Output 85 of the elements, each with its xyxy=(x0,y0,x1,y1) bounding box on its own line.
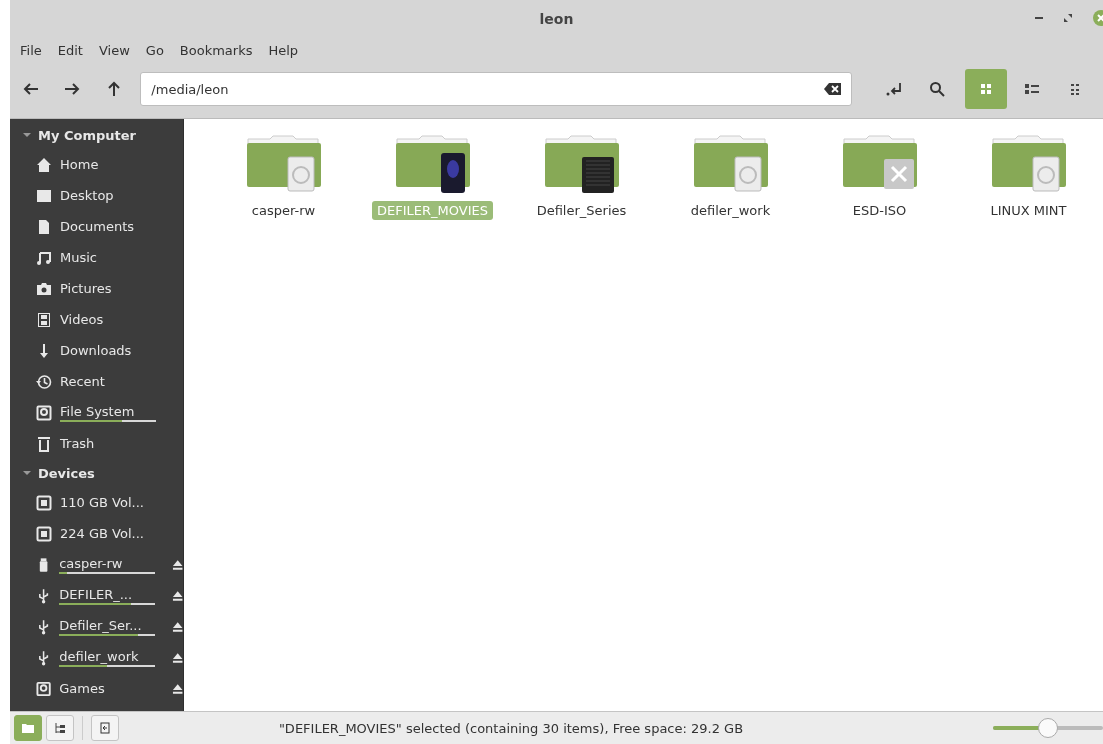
menu-item[interactable]: View xyxy=(90,42,138,58)
section-heading[interactable]: Devices xyxy=(38,465,95,481)
sidebar-item[interactable]: 224 GB Vol... xyxy=(10,518,183,549)
item-label: Music xyxy=(60,250,98,265)
item-label: 224 GB Vol... xyxy=(60,526,145,541)
file-name[interactable]: casper-rw xyxy=(246,201,321,220)
document-icon xyxy=(36,218,52,235)
location-field[interactable]: /media/leon xyxy=(140,72,853,106)
item-label: Videos xyxy=(60,312,105,327)
file-name[interactable]: LINUX MINT xyxy=(985,201,1072,220)
folder-with-drive-icon xyxy=(245,135,322,195)
item-label: Defiler_Ser... xyxy=(59,617,143,633)
sidebar-item[interactable]: Recent xyxy=(10,366,183,397)
menu-item[interactable]: Edit xyxy=(49,42,91,58)
item-label: Home xyxy=(60,157,100,172)
sidebar-item[interactable]: Defiler_Ser... xyxy=(10,611,183,642)
item-label: casper-rw xyxy=(59,555,124,571)
sidebar-item[interactable]: 110 GB Vol... xyxy=(10,487,183,518)
folder-with-drive-icon xyxy=(990,135,1067,195)
sidebar-item[interactable]: File System xyxy=(10,397,183,428)
tree-pane-button[interactable] xyxy=(46,715,74,741)
item-label: Games xyxy=(59,681,106,696)
sidebar-item[interactable]: Desktop xyxy=(10,180,183,211)
jump-arrow-icon xyxy=(886,81,902,97)
clock-icon xyxy=(36,373,52,390)
item-label: Downloads xyxy=(60,343,133,358)
item-label: DEFILER_... xyxy=(59,586,134,602)
file-name[interactable]: ESD-ISO xyxy=(847,201,912,220)
close-sidebar-button[interactable] xyxy=(91,715,119,741)
menu-item[interactable]: Bookmarks xyxy=(171,42,261,58)
item-label: 110 GB Vol... xyxy=(60,495,145,510)
item-label: Recent xyxy=(60,374,106,389)
drive-icon xyxy=(36,494,52,511)
eject-icon[interactable] xyxy=(171,589,183,602)
item-label: File System xyxy=(60,403,136,419)
drive-icon xyxy=(36,525,52,542)
menu-item[interactable]: File xyxy=(12,42,50,58)
eject-icon[interactable] xyxy=(171,651,183,664)
clear-icon xyxy=(824,82,843,96)
panel-icon xyxy=(100,722,110,734)
sidebar-item[interactable]: Trash xyxy=(10,428,183,459)
sidebar-item[interactable]: Downloads xyxy=(10,335,183,366)
window-title: leon xyxy=(539,11,574,27)
sidebar-item[interactable]: DEFILER_... xyxy=(10,580,183,611)
camera-icon xyxy=(36,280,52,297)
status-text: "DEFILER_MOVIES" selected (containing 30 items), Free space: 29.2 GB xyxy=(277,720,745,736)
restore-icon[interactable] xyxy=(1063,13,1073,23)
zoom-slider[interactable] xyxy=(993,718,1103,738)
sidebar-item[interactable]: Home xyxy=(10,149,183,180)
search-icon xyxy=(929,81,946,97)
sidebar-item[interactable]: defiler_work xyxy=(10,642,183,673)
eject-icon[interactable] xyxy=(171,558,183,571)
back-arrow-icon xyxy=(22,81,39,97)
sidebar-item[interactable]: Music xyxy=(10,242,183,273)
item-label: Trash xyxy=(60,436,96,451)
folder-icon xyxy=(22,723,34,733)
eject-icon[interactable] xyxy=(171,620,183,633)
section-heading[interactable]: My Computer xyxy=(38,127,136,143)
file-name[interactable]: Defiler_Series xyxy=(531,201,632,220)
grid-icon xyxy=(980,83,992,95)
folder-with-media-drive-icon xyxy=(394,135,471,195)
sidebar-item[interactable]: Videos xyxy=(10,304,183,335)
item-label: Desktop xyxy=(60,188,115,203)
tree-icon xyxy=(54,722,66,734)
music-note-icon xyxy=(36,249,52,266)
file-name[interactable]: defiler_work xyxy=(685,201,776,220)
trash-icon xyxy=(36,435,52,452)
folder-with-drive-icon xyxy=(692,135,769,195)
eject-icon[interactable] xyxy=(171,682,183,695)
sidebar-item[interactable]: Pictures xyxy=(10,273,183,304)
item-label: defiler_work xyxy=(59,648,140,664)
item-label: Pictures xyxy=(60,281,113,296)
forward-arrow-icon xyxy=(64,81,81,97)
film-icon xyxy=(36,311,52,328)
sidebar-item[interactable]: casper-rw xyxy=(10,549,183,580)
desktop-icon xyxy=(36,187,52,204)
slider-thumb[interactable] xyxy=(1038,718,1058,738)
menu-item[interactable]: Help xyxy=(260,42,307,58)
folder-with-external-drive-icon xyxy=(543,135,620,195)
menu-item[interactable]: Go xyxy=(137,42,172,58)
sidebar-item[interactable]: Documents xyxy=(10,211,183,242)
list-icon xyxy=(1025,83,1039,95)
sidebar-item[interactable]: Games xyxy=(10,673,183,704)
house-icon xyxy=(36,156,52,173)
item-label: Documents xyxy=(60,219,136,234)
